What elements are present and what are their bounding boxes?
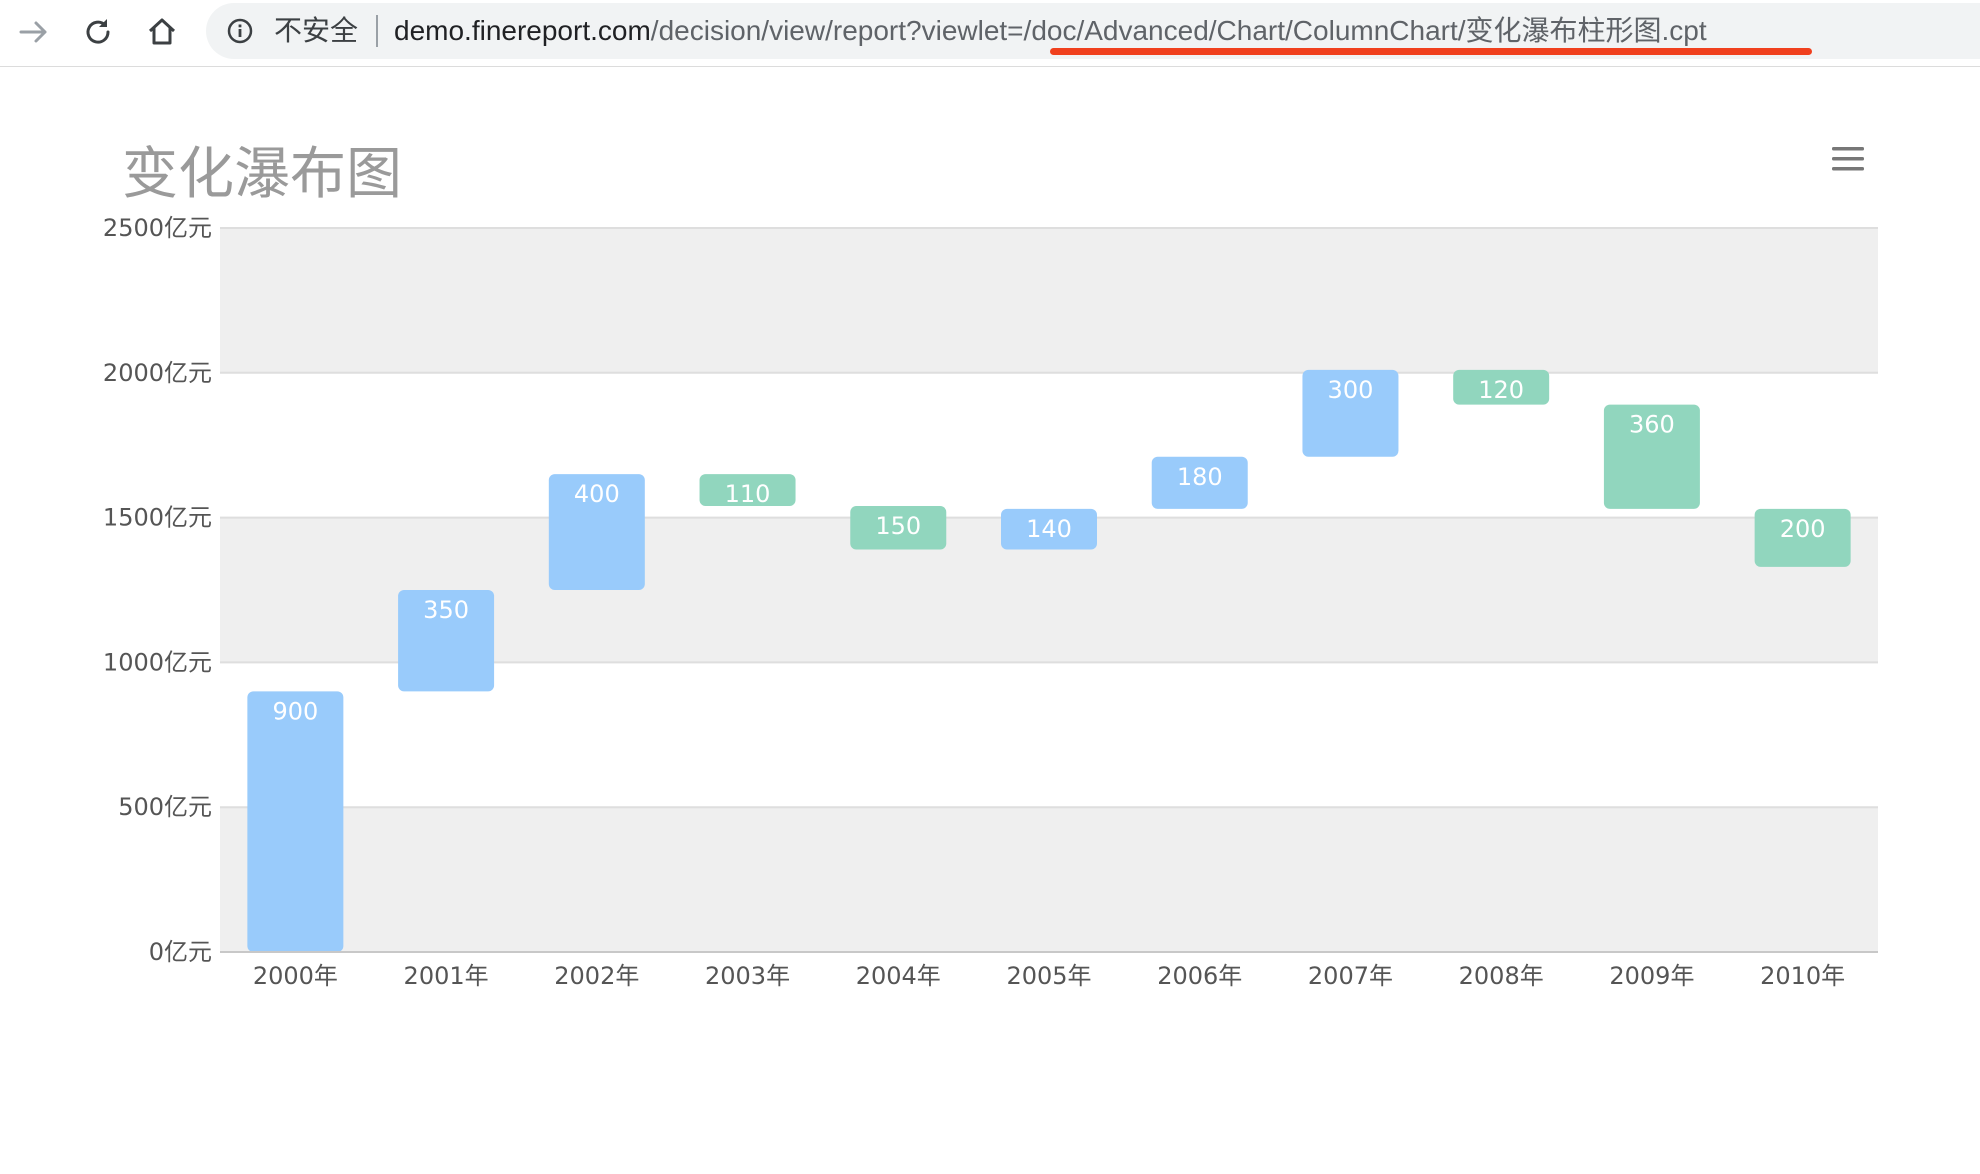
data-label: 150 xyxy=(875,512,921,540)
home-button[interactable] xyxy=(140,10,184,54)
y-tick-label: 2500亿元 xyxy=(103,214,212,242)
y-tick-label: 1500亿元 xyxy=(103,504,212,532)
bar[interactable] xyxy=(247,691,344,952)
y-tick-label: 2000亿元 xyxy=(103,359,212,387)
forward-button[interactable] xyxy=(12,10,56,54)
x-tick-label: 2005年 xyxy=(1006,962,1091,990)
data-label: 140 xyxy=(1026,515,1072,543)
y-tick-label: 1000亿元 xyxy=(103,648,212,676)
url-divider xyxy=(376,15,378,47)
x-tick-label: 2010年 xyxy=(1760,962,1845,990)
y-tick-label: 500亿元 xyxy=(118,793,212,821)
data-label: 180 xyxy=(1177,463,1223,491)
chart-menu-button[interactable] xyxy=(1822,138,1878,182)
x-tick-label: 2000年 xyxy=(253,962,338,990)
x-tick-label: 2003年 xyxy=(705,962,790,990)
browser-toolbar: 不安全 demo.finereport.com/decision/view/re… xyxy=(0,0,1980,67)
url-path: /decision/view/report?viewlet=/doc/Advan… xyxy=(650,15,1707,46)
x-tick-label: 2008年 xyxy=(1459,962,1544,990)
info-icon[interactable] xyxy=(226,17,254,45)
plot-band xyxy=(220,228,1878,373)
x-tick-label: 2001年 xyxy=(404,962,489,990)
data-label: 400 xyxy=(574,480,620,508)
security-label[interactable]: 不安全 xyxy=(274,15,358,47)
x-tick-label: 2002年 xyxy=(554,962,639,990)
data-label: 200 xyxy=(1780,515,1826,543)
chart-title: 变化瀑布图 xyxy=(122,142,402,207)
x-tick-label: 2004年 xyxy=(856,962,941,990)
url-text[interactable]: demo.finereport.com/decision/view/report… xyxy=(394,14,1707,48)
y-tick-label: 0亿元 xyxy=(149,938,212,966)
hamburger-menu-icon xyxy=(1832,147,1864,171)
x-tick-label: 2007年 xyxy=(1308,962,1393,990)
reload-icon xyxy=(86,19,110,44)
home-icon xyxy=(148,18,176,45)
reload-button[interactable] xyxy=(76,10,120,54)
url-host: demo.finereport.com xyxy=(394,15,651,46)
y-axis-ticks: 0亿元 500亿元 1000亿元 1500亿元 2000亿元 2500亿元 xyxy=(103,214,212,966)
x-axis-ticks: 2000年 2001年 2002年 2003年 2004年 2005年 2006年 2007年… xyxy=(220,951,1878,990)
data-label: 120 xyxy=(1478,376,1524,404)
data-label: 350 xyxy=(423,596,469,624)
data-label: 110 xyxy=(725,480,771,508)
plot-band xyxy=(220,807,1878,952)
forward-arrow-icon xyxy=(19,21,47,43)
data-label: 360 xyxy=(1629,411,1675,439)
data-label: 300 xyxy=(1328,376,1374,404)
waterfall-chart: 0亿元 500亿元 1000亿元 1500亿元 2000亿元 2500亿元 900 350 4… xyxy=(103,214,1878,990)
x-tick-label: 2009年 xyxy=(1609,962,1694,990)
data-label: 900 xyxy=(272,697,318,725)
url-highlight-underline xyxy=(1050,48,1812,55)
x-tick-label: 2006年 xyxy=(1157,962,1242,990)
